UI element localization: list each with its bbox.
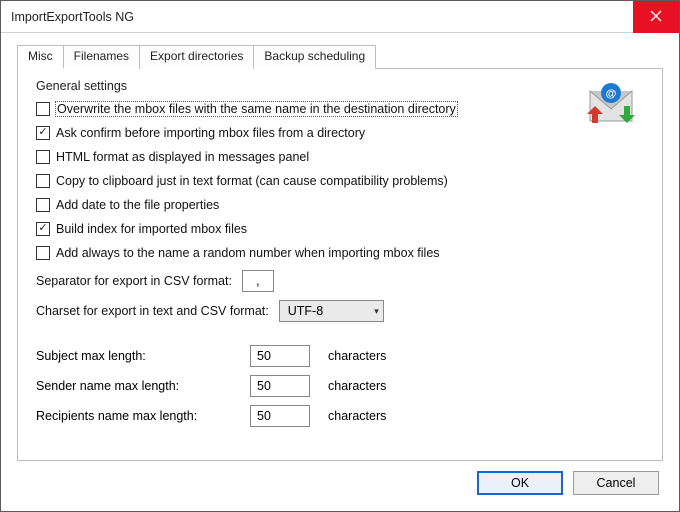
checkbox-label[interactable]: Copy to clipboard just in text format (c… bbox=[56, 174, 448, 188]
tab-export-directories[interactable]: Export directories bbox=[139, 45, 254, 69]
check-row: Overwrite the mbox files with the same n… bbox=[36, 97, 648, 121]
check-row: HTML format as displayed in messages pan… bbox=[36, 145, 648, 169]
separator-input[interactable] bbox=[242, 270, 274, 292]
checkbox[interactable] bbox=[36, 102, 50, 116]
recipients-length-suffix: characters bbox=[328, 409, 386, 423]
charset-value: UTF-8 bbox=[288, 304, 323, 318]
charset-select[interactable]: UTF-8 ▾ bbox=[279, 300, 384, 322]
checkbox[interactable] bbox=[36, 198, 50, 212]
window-title: ImportExportTools NG bbox=[1, 10, 633, 24]
titlebar: ImportExportTools NG bbox=[1, 1, 679, 33]
checkbox-label[interactable]: HTML format as displayed in messages pan… bbox=[56, 150, 309, 164]
chevron-down-icon: ▾ bbox=[374, 306, 379, 317]
separator-row: Separator for export in CSV format: bbox=[36, 267, 648, 295]
separator-label: Separator for export in CSV format: bbox=[36, 274, 232, 288]
charset-label: Charset for export in text and CSV forma… bbox=[36, 304, 269, 318]
sender-length-suffix: characters bbox=[328, 379, 386, 393]
group-title: General settings bbox=[36, 79, 648, 93]
charset-row: Charset for export in text and CSV forma… bbox=[36, 297, 648, 325]
tab-label: Misc bbox=[28, 49, 53, 63]
subject-length-label: Subject max length: bbox=[36, 349, 250, 363]
app-icon: @ bbox=[584, 79, 638, 132]
recipients-length-label: Recipients name max length: bbox=[36, 409, 250, 423]
ok-label: OK bbox=[511, 476, 529, 490]
tab-misc[interactable]: Misc bbox=[17, 45, 64, 69]
checkbox[interactable] bbox=[36, 150, 50, 164]
ok-button[interactable]: OK bbox=[477, 471, 563, 495]
subject-length-input[interactable] bbox=[250, 345, 310, 367]
tab-label: Export directories bbox=[150, 49, 243, 63]
tab-label: Filenames bbox=[74, 49, 129, 63]
svg-text:@: @ bbox=[606, 88, 617, 100]
check-row: Ask confirm before importing mbox files … bbox=[36, 121, 648, 145]
tabstrip: Misc Filenames Export directories Backup… bbox=[17, 45, 663, 69]
check-row: Build index for imported mbox files bbox=[36, 217, 648, 241]
cancel-label: Cancel bbox=[597, 476, 636, 490]
recipients-length-input[interactable] bbox=[250, 405, 310, 427]
close-icon bbox=[650, 9, 662, 25]
check-row: Copy to clipboard just in text format (c… bbox=[36, 169, 648, 193]
sender-length-row: Sender name max length: characters bbox=[36, 371, 648, 401]
dialog-buttons: OK Cancel bbox=[17, 461, 663, 497]
tab-label: Backup scheduling bbox=[264, 49, 365, 63]
checkbox-label[interactable]: Add date to the file properties bbox=[56, 198, 219, 212]
tab-filenames[interactable]: Filenames bbox=[63, 45, 140, 69]
checkbox[interactable] bbox=[36, 126, 50, 140]
length-grid: Subject max length: characters Sender na… bbox=[36, 341, 648, 431]
check-row: Add date to the file properties bbox=[36, 193, 648, 217]
close-button[interactable] bbox=[633, 1, 679, 33]
check-row: Add always to the name a random number w… bbox=[36, 241, 648, 265]
cancel-button[interactable]: Cancel bbox=[573, 471, 659, 495]
sender-length-label: Sender name max length: bbox=[36, 379, 250, 393]
checkbox[interactable] bbox=[36, 174, 50, 188]
subject-length-suffix: characters bbox=[328, 349, 386, 363]
checkbox-label[interactable]: Build index for imported mbox files bbox=[56, 222, 247, 236]
tab-backup-scheduling[interactable]: Backup scheduling bbox=[253, 45, 376, 69]
checkbox[interactable] bbox=[36, 246, 50, 260]
dialog-window: ImportExportTools NG Misc Filenames Expo… bbox=[0, 0, 680, 512]
sender-length-input[interactable] bbox=[250, 375, 310, 397]
checkbox-label[interactable]: Ask confirm before importing mbox files … bbox=[56, 126, 365, 140]
recipients-length-row: Recipients name max length: characters bbox=[36, 401, 648, 431]
checkbox[interactable] bbox=[36, 222, 50, 236]
subject-length-row: Subject max length: characters bbox=[36, 341, 648, 371]
checkbox-label[interactable]: Add always to the name a random number w… bbox=[56, 246, 440, 260]
tabpage-misc: @ General settings Overwrite the mbox fi… bbox=[17, 69, 663, 461]
checkbox-label[interactable]: Overwrite the mbox files with the same n… bbox=[56, 102, 457, 116]
client-area: Misc Filenames Export directories Backup… bbox=[1, 33, 679, 511]
